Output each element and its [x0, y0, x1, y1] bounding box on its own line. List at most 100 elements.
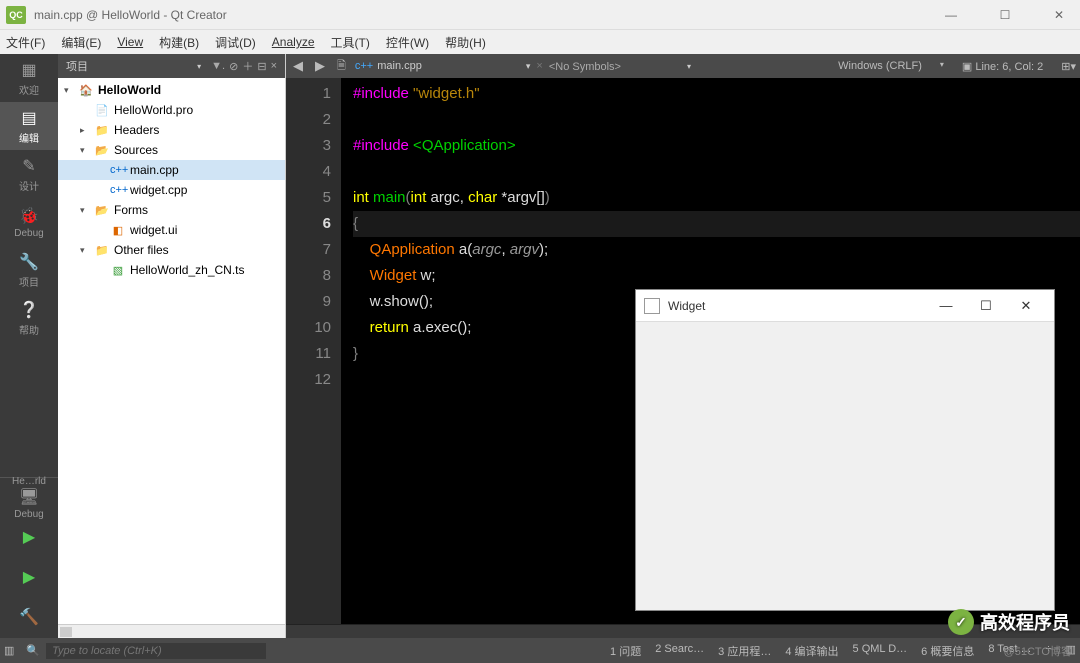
write-lock-icon[interactable]: 🗎 — [334, 57, 349, 76]
hammer-icon: 🔨 — [19, 607, 39, 627]
locator-input[interactable] — [46, 643, 266, 659]
widget-minimize-button[interactable]: — — [926, 298, 966, 313]
project-h-scrollbar[interactable] — [58, 624, 285, 638]
tree-pro-file[interactable]: 📄HelloWorld.pro — [58, 100, 285, 120]
dropdown-icon: ▾ — [526, 61, 531, 72]
tree-widget-ui[interactable]: ◧widget.ui — [58, 220, 285, 240]
menu-debug[interactable]: 调试(D) — [215, 34, 256, 51]
menu-tools[interactable]: 工具(T) — [331, 34, 370, 51]
tree-root[interactable]: ▾🏠HelloWorld — [58, 80, 285, 100]
maximize-button[interactable]: ☐ — [990, 0, 1020, 30]
editor-h-scrollbar[interactable] — [286, 624, 1080, 638]
toggle-sidebar-icon[interactable]: ▥ — [4, 644, 14, 657]
ts-icon: ▧ — [110, 264, 126, 277]
tree-main-cpp[interactable]: c++main.cpp — [58, 160, 285, 180]
symbols-dropdown[interactable]: <No Symbols> — [549, 60, 621, 73]
edit-icon: ▤ — [21, 108, 36, 128]
mode-edit[interactable]: ▤ 编辑 — [0, 102, 58, 150]
cpp-icon: c++ — [355, 60, 373, 72]
tree-widgetui-label: widget.ui — [130, 223, 177, 237]
line-gutter: 1 2 3 4 5 6 7 8 9 10 11 12 — [286, 78, 341, 624]
bug-icon: 🐞 — [19, 206, 39, 226]
file-icon: 📄 — [94, 104, 110, 117]
tab-test[interactable]: 8 Test … — [988, 643, 1031, 659]
tab-compile[interactable]: 4 编译输出 — [785, 643, 838, 659]
tab-general[interactable]: 6 概要信息 — [921, 643, 974, 659]
editor-toolbar: ◀ ▶ 🗎 c++ main.cpp ▾ × <No Symbols> ▾ Wi… — [286, 54, 1080, 78]
tree-other[interactable]: ▾📁Other files — [58, 240, 285, 260]
build-button[interactable]: 🔨 — [0, 598, 58, 638]
mode-debug-label: Debug — [14, 228, 43, 239]
window-title: main.cpp @ HelloWorld - Qt Creator — [34, 8, 936, 22]
wrench-icon: 🔧 — [19, 252, 39, 272]
cursor-position[interactable]: ▣ Line: 6, Col: 2 — [962, 60, 1043, 73]
mode-design-label: 设计 — [19, 178, 39, 193]
menu-view[interactable]: View — [117, 35, 143, 49]
monitor-icon: 🖥 — [19, 487, 39, 507]
tab-app-output[interactable]: 3 应用程… — [718, 643, 771, 659]
menu-file[interactable]: 文件(F) — [6, 34, 45, 51]
kit-selector[interactable]: He…rld🖥Debug — [0, 478, 58, 518]
mode-help[interactable]: ❔帮助 — [0, 294, 58, 342]
dropdown-icon: ▾ — [940, 60, 944, 73]
locator[interactable]: 🔍 — [26, 643, 346, 659]
tree-forms-label: Forms — [114, 203, 148, 217]
tree-sources-label: Sources — [114, 143, 158, 157]
mode-projects[interactable]: 🔧项目 — [0, 246, 58, 294]
current-file-label: main.cpp — [377, 60, 422, 72]
close-button[interactable]: ✕ — [1044, 0, 1074, 30]
add-icon[interactable]: ＋ — [242, 58, 253, 74]
debug-run-button[interactable]: ▶ — [0, 558, 58, 598]
mode-sidebar: ▦欢迎 ▤编辑 ✎设计 🐞Debug 🔧项目 ❔帮助 He…rld🖥Debug … — [0, 54, 58, 638]
widget-titlebar[interactable]: Widget — ☐ ✕ — [636, 290, 1054, 322]
menu-help[interactable]: 帮助(H) — [445, 34, 486, 51]
menu-analyze[interactable]: Analyze — [272, 35, 315, 49]
tree-widget-label: widget.cpp — [130, 183, 187, 197]
filter-icon[interactable]: ▼. — [211, 60, 225, 72]
split-icon[interactable]: ⊟ — [257, 60, 266, 73]
mode-edit-label: 编辑 — [19, 130, 39, 145]
minimize-button[interactable]: — — [936, 0, 966, 30]
run-button[interactable]: ▶ — [0, 518, 58, 558]
tree-root-label: HelloWorld — [98, 83, 161, 97]
tab-qml[interactable]: 5 QML D… — [853, 643, 908, 659]
app-icon — [644, 298, 660, 314]
tab-issues[interactable]: 1 问题 — [610, 643, 641, 659]
nav-back-button[interactable]: ◀ — [290, 58, 306, 74]
tab-search[interactable]: 2 Searc… — [655, 643, 704, 659]
tree-ts-label: HelloWorld_zh_CN.ts — [130, 263, 245, 277]
toggle-right-sidebar-icon[interactable]: ▥ — [1066, 643, 1076, 659]
mode-debug[interactable]: 🐞 Debug — [0, 198, 58, 246]
dropdown-icon: ▾ — [687, 62, 691, 71]
split-editor-icon[interactable]: ⊞▾ — [1061, 60, 1076, 73]
tree-ts-file[interactable]: ▧ HelloWorld_zh_CN.ts — [58, 260, 285, 280]
dropdown-icon[interactable]: ▾ — [197, 62, 201, 71]
menu-edit[interactable]: 编辑(E) — [61, 34, 101, 51]
widget-maximize-button[interactable]: ☐ — [966, 298, 1006, 314]
widget-title: Widget — [668, 299, 926, 313]
search-icon: 🔍 — [26, 644, 40, 657]
widget-close-button[interactable]: ✕ — [1006, 298, 1046, 314]
tree-sources[interactable]: ▾📂Sources — [58, 140, 285, 160]
tree-forms[interactable]: ▾📂Forms — [58, 200, 285, 220]
tree-headers[interactable]: ▸📁Headers — [58, 120, 285, 140]
nav-fwd-button[interactable]: ▶ — [312, 58, 328, 74]
tree-widget-cpp[interactable]: c++widget.cpp — [58, 180, 285, 200]
line-ending-label[interactable]: Windows (CRLF) — [838, 60, 922, 73]
folder-icon: 📁 — [94, 124, 110, 137]
mode-help-label: 帮助 — [19, 322, 39, 337]
chevron-down-icon: ▾ — [80, 245, 94, 256]
mode-welcome[interactable]: ▦欢迎 — [0, 54, 58, 102]
tree-main-label: main.cpp — [130, 163, 179, 177]
folder-icon: 📁 — [94, 244, 110, 257]
menu-build[interactable]: 构建(B) — [159, 34, 199, 51]
menu-widgets[interactable]: 控件(W) — [386, 34, 429, 51]
close-output-icon[interactable]: ÷ — [1046, 643, 1052, 659]
close-panel-icon[interactable]: × — [271, 60, 277, 72]
chevron-down-icon: ▾ — [80, 205, 94, 216]
file-tab[interactable]: c++ main.cpp ▾ — [355, 60, 531, 72]
link-icon[interactable]: ⊘ — [229, 60, 238, 73]
mode-design[interactable]: ✎ 设计 — [0, 150, 58, 198]
chevron-down-icon: ▾ — [80, 145, 94, 156]
pencil-icon: ✎ — [22, 156, 35, 176]
